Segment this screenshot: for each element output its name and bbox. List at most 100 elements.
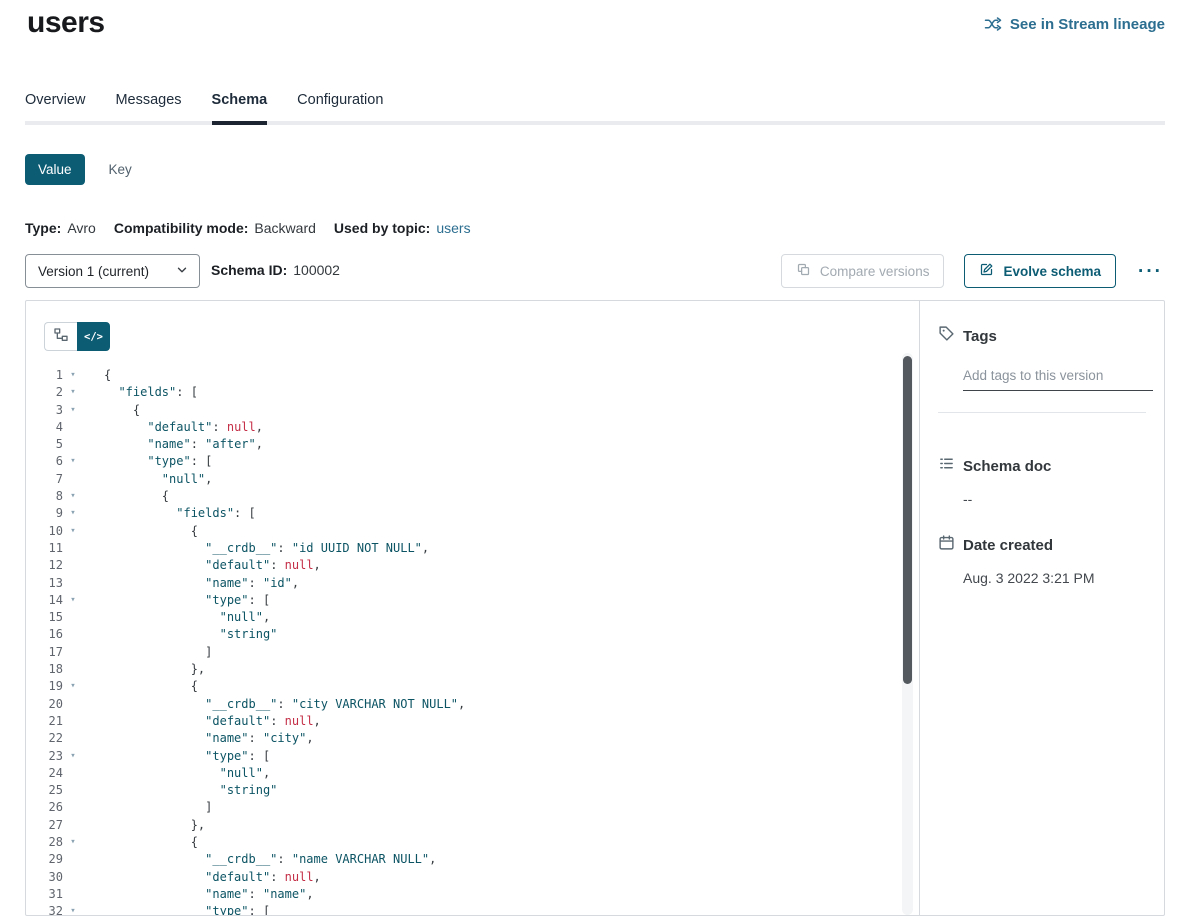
code-text: "fields": [ <box>104 384 198 401</box>
meta-topic: Used by topic: users <box>334 220 471 236</box>
fold-toggle-icon[interactable]: ▾ <box>63 488 83 505</box>
fold-toggle-icon[interactable]: ▾ <box>63 367 83 384</box>
code-text: { <box>104 523 198 540</box>
schema-value-key-toggle: Value Key <box>25 154 132 185</box>
code-text: "name": "after", <box>104 436 263 453</box>
fold-toggle-icon[interactable]: ▾ <box>63 678 83 695</box>
fold-toggle-icon[interactable]: ▾ <box>63 523 83 540</box>
fold-toggle-icon[interactable]: ▾ <box>63 748 83 765</box>
code-text: "name": "id", <box>104 575 299 592</box>
line-number: 3 <box>26 402 63 419</box>
code-line: 20 "__crdb__": "city VARCHAR NOT NULL", <box>26 696 901 713</box>
tree-view-icon <box>53 327 69 346</box>
code-line: 21 "default": null, <box>26 713 901 730</box>
line-number: 13 <box>26 575 63 592</box>
code-line: 26 ] <box>26 799 901 816</box>
code-line: 28▾ { <box>26 834 901 851</box>
line-number: 1 <box>26 367 63 384</box>
date-created-value: Aug. 3 2022 3:21 PM <box>963 570 1146 586</box>
tags-section: Tags <box>938 325 1146 413</box>
code-text: "name": "name", <box>104 886 314 903</box>
code-text: "__crdb__": "id UUID NOT NULL", <box>104 540 429 557</box>
code-view-icon: </> <box>84 331 103 343</box>
code-text: ] <box>104 799 212 816</box>
code-line: 1▾{ <box>26 367 901 384</box>
code-text: "type": [ <box>104 903 270 916</box>
line-number: 24 <box>26 765 63 782</box>
tab-overview[interactable]: Overview <box>25 88 85 121</box>
line-number: 32 <box>26 903 63 916</box>
compare-versions-label: Compare versions <box>820 264 930 279</box>
editor-scrollbar-track[interactable] <box>902 353 913 915</box>
line-number: 18 <box>26 661 63 678</box>
line-number: 29 <box>26 851 63 868</box>
editor-view-toggle: </> <box>44 322 110 351</box>
line-number: 8 <box>26 488 63 505</box>
meta-type: Type: Avro <box>25 220 96 236</box>
evolve-schema-button[interactable]: Evolve schema <box>964 254 1116 288</box>
line-number: 16 <box>26 626 63 643</box>
fold-toggle-icon[interactable]: ▾ <box>63 402 83 419</box>
code-line: 31 "name": "name", <box>26 886 901 903</box>
evolve-schema-label: Evolve schema <box>1003 264 1101 279</box>
schema-doc-section: Schema doc -- <box>938 455 1146 507</box>
date-created-heading: Date created <box>938 534 1146 556</box>
topic-link[interactable]: users <box>436 220 470 236</box>
tab-configuration[interactable]: Configuration <box>297 88 383 121</box>
schema-meta-row: Type: Avro Compatibility mode: Backward … <box>25 220 471 236</box>
tab-messages[interactable]: Messages <box>115 88 181 121</box>
code-text: { <box>104 488 169 505</box>
schema-id: Schema ID: 100002 <box>211 262 340 278</box>
meta-compatibility: Compatibility mode: Backward <box>114 220 316 236</box>
compare-icon <box>796 262 811 280</box>
line-number: 23 <box>26 748 63 765</box>
stream-lineage-shuffle-icon <box>984 15 1002 33</box>
editor-scrollbar-thumb[interactable] <box>903 356 912 684</box>
fold-toggle-icon[interactable]: ▾ <box>63 834 83 851</box>
code-line: 5 "name": "after", <box>26 436 901 453</box>
code-line: 29 "__crdb__": "name VARCHAR NULL", <box>26 851 901 868</box>
code-text: ] <box>104 644 212 661</box>
version-select[interactable]: Version 1 (current) <box>25 254 200 288</box>
code-line: 25 "string" <box>26 782 901 799</box>
more-options-button[interactable]: ··· <box>1136 258 1165 285</box>
type-value: Avro <box>67 220 96 236</box>
schema-code-pane: </> 1▾{2▾ "fields": [3▾ {4 "default": nu… <box>26 301 919 915</box>
value-toggle-button[interactable]: Value <box>25 154 85 185</box>
fold-toggle-icon[interactable]: ▾ <box>63 903 83 916</box>
code-line: 7 "null", <box>26 471 901 488</box>
schema-panel: </> 1▾{2▾ "fields": [3▾ {4 "default": nu… <box>25 300 1165 916</box>
code-text: "default": null, <box>104 869 321 886</box>
line-number: 14 <box>26 592 63 609</box>
code-view-button[interactable]: </> <box>77 322 110 351</box>
line-number: 22 <box>26 730 63 747</box>
line-number: 17 <box>26 644 63 661</box>
fold-toggle-icon[interactable]: ▾ <box>63 505 83 522</box>
code-text: "__crdb__": "city VARCHAR NOT NULL", <box>104 696 465 713</box>
code-text: "type": [ <box>104 453 212 470</box>
tree-view-button[interactable] <box>44 322 77 351</box>
fold-toggle-icon[interactable]: ▾ <box>63 453 83 470</box>
tags-title: Tags <box>963 328 997 345</box>
key-toggle-button[interactable]: Key <box>109 162 132 177</box>
fold-toggle-icon[interactable]: ▾ <box>63 592 83 609</box>
schema-id-label: Schema ID: <box>211 262 287 278</box>
sidebar-divider <box>938 412 1146 413</box>
code-text: { <box>104 402 140 419</box>
see-in-stream-lineage-link[interactable]: See in Stream lineage <box>984 15 1165 33</box>
type-label: Type: <box>25 220 61 236</box>
code-line: 23▾ "type": [ <box>26 748 901 765</box>
fold-toggle-icon[interactable]: ▾ <box>63 384 83 401</box>
code-line: 4 "default": null, <box>26 419 901 436</box>
compare-versions-button[interactable]: Compare versions <box>781 254 945 288</box>
code-line: 32▾ "type": [ <box>26 903 901 916</box>
add-tags-input[interactable] <box>963 363 1153 391</box>
tab-schema[interactable]: Schema <box>212 88 268 121</box>
code-text: { <box>104 678 198 695</box>
code-line: 30 "default": null, <box>26 869 901 886</box>
code-text: "fields": [ <box>104 505 256 522</box>
line-number: 4 <box>26 419 63 436</box>
version-bar: Version 1 (current) Schema ID: 100002 Co… <box>25 254 1165 288</box>
code-text: "default": null, <box>104 557 321 574</box>
schema-doc-value: -- <box>963 491 1146 507</box>
